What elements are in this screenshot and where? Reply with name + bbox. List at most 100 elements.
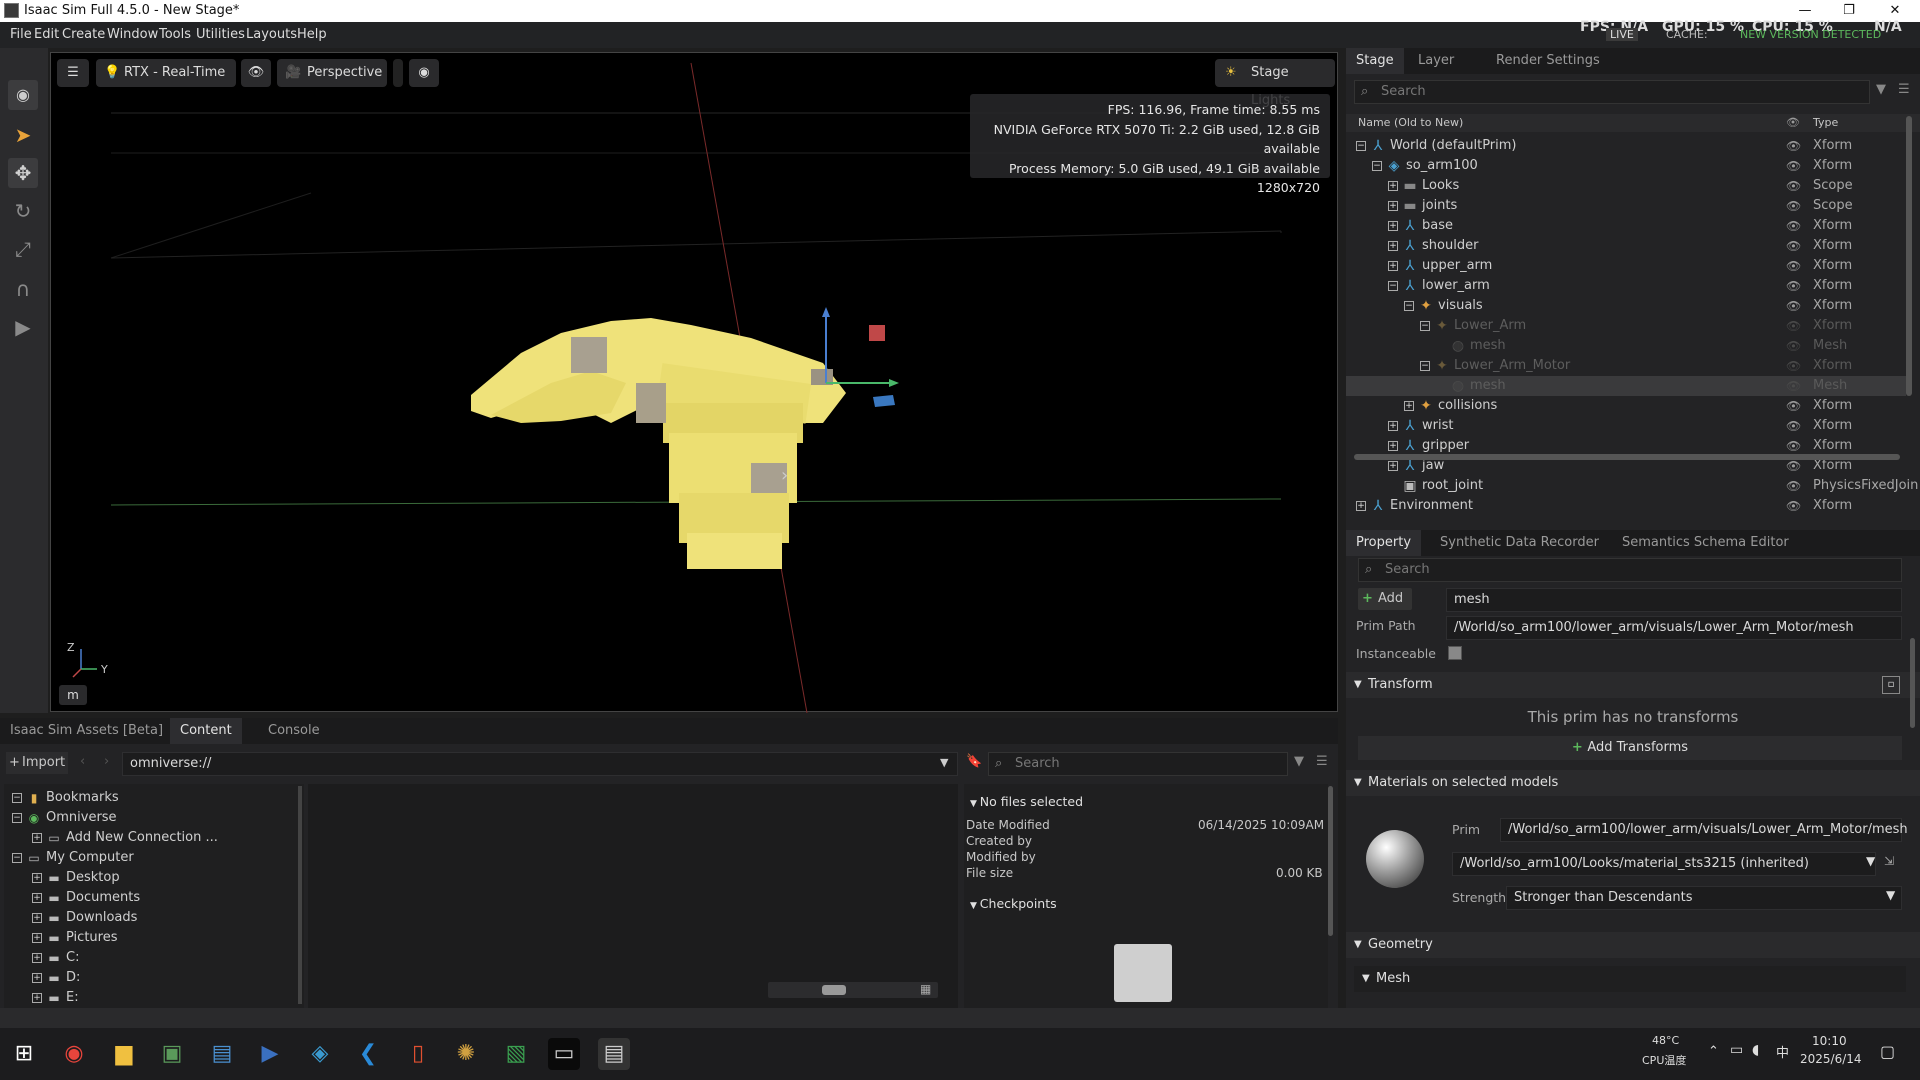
stage-tree-row[interactable]: − ⅄ lower_arm 👁 Xform — [1346, 276, 1906, 296]
visibility-eye-icon[interactable]: 👁 — [1786, 376, 1801, 396]
stage-tree-row[interactable]: ◍ mesh 👁 Mesh — [1346, 376, 1906, 396]
expand-icon[interactable]: + — [1388, 441, 1398, 451]
expand-icon[interactable]: + — [1388, 221, 1398, 231]
visibility-eye-icon[interactable]: 👁 — [1786, 336, 1801, 356]
visibility-eye-icon[interactable]: 👁 — [1786, 416, 1801, 436]
stage-tree-row[interactable]: − ✦ visuals 👁 Xform — [1346, 296, 1906, 316]
stage-tree-row[interactable]: − ⅄ World (defaultPrim) 👁 Xform — [1346, 136, 1906, 156]
calculator-icon[interactable]: ▤ — [206, 1038, 238, 1070]
maximize-button[interactable]: ❐ — [1826, 0, 1872, 22]
content-tree-item[interactable]: + ▬ C: — [12, 948, 292, 968]
content-tree-item[interactable]: + ▬ Documents — [12, 888, 292, 908]
filter-icon[interactable]: ▼ — [1876, 82, 1886, 97]
expand-icon[interactable]: + — [32, 893, 42, 903]
collapse-icon[interactable]: − — [1356, 141, 1366, 151]
content-tree-item[interactable]: − ▭ My Computer — [12, 848, 292, 868]
content-tree-item[interactable]: + ▬ Downloads — [12, 908, 292, 928]
stage-tree-row[interactable]: + ⅄ shoulder 👁 Xform — [1346, 236, 1906, 256]
play-icon[interactable]: ▶ — [8, 312, 38, 342]
expand-icon[interactable]: + — [32, 913, 42, 923]
stage-hscrollbar[interactable] — [1354, 454, 1900, 460]
expand-icon[interactable]: + — [1388, 421, 1398, 431]
clock-time[interactable]: 10:10 — [1812, 1034, 1847, 1048]
bookmark-icon[interactable]: 🔖 — [966, 754, 982, 769]
stage-tree-row[interactable]: + ✦ collisions 👁 Xform — [1346, 396, 1906, 416]
expand-icon[interactable]: + — [1388, 181, 1398, 191]
back-arrow-icon[interactable]: ‹ — [80, 754, 85, 769]
expand-icon[interactable]: + — [32, 973, 42, 983]
content-tree-item[interactable]: + ▬ D: — [12, 968, 292, 988]
menu-utilities[interactable]: Utilities — [196, 27, 245, 42]
tab-stage[interactable]: Stage — [1346, 48, 1404, 74]
terminal-icon[interactable]: ▭ — [548, 1038, 580, 1070]
expand-icon[interactable]: + — [1388, 201, 1398, 211]
transform-section-header[interactable]: ▼ Transform ▫ — [1346, 672, 1920, 698]
select-tool-icon[interactable]: ➤ — [8, 120, 38, 150]
document-app-icon[interactable]: ▯ — [402, 1038, 434, 1070]
expand-icon[interactable]: + — [32, 953, 42, 963]
stage-vscrollbar[interactable] — [1906, 116, 1912, 396]
cache-label[interactable]: CACHE: — [1666, 28, 1708, 41]
stage-tree-row[interactable]: + ▬ Looks 👁 Scope — [1346, 176, 1906, 196]
geometry-section-header[interactable]: ▼ Geometry — [1346, 932, 1920, 958]
menu-create[interactable]: Create — [62, 27, 105, 42]
visibility-eye-icon[interactable]: 👁 — [1786, 256, 1801, 276]
expand-icon[interactable]: + — [1388, 461, 1398, 471]
new-version-label[interactable]: NEW VERSION DETECTED — [1740, 28, 1881, 41]
stage-tree-row[interactable]: ◍ mesh 👁 Mesh — [1346, 336, 1906, 356]
dropdown-arrow-icon[interactable]: ▼ — [1886, 888, 1895, 902]
chrome-icon[interactable]: ◉ — [58, 1038, 90, 1070]
stage-tree-row[interactable]: + ⅄ base 👁 Xform — [1346, 216, 1906, 236]
powershell-icon[interactable]: ▶ — [254, 1038, 286, 1070]
visibility-eye-icon[interactable]: 👁 — [1786, 276, 1801, 296]
collapse-icon[interactable]: − — [1420, 361, 1430, 371]
stage-tree-row[interactable]: − ◈ so_arm100 👁 Xform — [1346, 156, 1906, 176]
app-icon[interactable]: ◈ — [304, 1038, 336, 1070]
tab-semantics-schema-editor[interactable]: Semantics Schema Editor — [1612, 530, 1799, 556]
instanceable-checkbox[interactable] — [1448, 646, 1462, 660]
ime-indicator[interactable]: 中 — [1776, 1042, 1789, 1061]
expand-icon[interactable]: + — [32, 833, 42, 843]
tab-layer[interactable]: Layer — [1408, 48, 1464, 74]
menu-edit[interactable]: Edit — [34, 27, 59, 42]
expand-icon[interactable]: + — [1388, 241, 1398, 251]
expand-icon[interactable]: + — [1356, 501, 1366, 511]
import-button[interactable]: + Import — [6, 752, 68, 774]
menu-help[interactable]: Help — [297, 27, 327, 42]
filter-icon[interactable]: ▼ — [1294, 754, 1304, 769]
grid-view-icon[interactable]: ▦ — [920, 982, 931, 996]
visibility-eye-icon[interactable]: 👁 — [1786, 236, 1801, 256]
content-tree-item[interactable]: + ▬ E: — [12, 988, 292, 1008]
stage-tree-row[interactable]: − ✦ Lower_Arm 👁 Xform — [1346, 316, 1906, 336]
visibility-eye-icon[interactable]: 👁 — [1786, 316, 1801, 336]
prim-path-field[interactable]: /World/so_arm100/lower_arm/visuals/Lower… — [1446, 616, 1902, 640]
content-tree-item[interactable]: − ▮ Bookmarks — [12, 788, 292, 808]
material-prim-field[interactable]: /World/so_arm100/lower_arm/visuals/Lower… — [1500, 818, 1908, 842]
expand-icon[interactable]: + — [1388, 261, 1398, 271]
menu-file[interactable]: File — [10, 27, 32, 42]
collapse-icon[interactable]: − — [12, 793, 22, 803]
tree-scrollbar[interactable] — [298, 786, 302, 1004]
checkpoints-header[interactable]: ▼ Checkpoints — [970, 896, 1057, 911]
visibility-eye-icon[interactable]: 👁 — [1786, 476, 1801, 496]
isaac-sim-taskbar-icon[interactable]: ▤ — [598, 1038, 630, 1070]
menu-window[interactable]: Window — [107, 27, 158, 42]
menu-icon[interactable]: ☰ — [1316, 754, 1328, 769]
tab-console[interactable]: Console — [258, 718, 330, 744]
stage-tree-row[interactable]: + ⅄ Environment 👁 Xform — [1346, 496, 1906, 516]
property-search-input[interactable]: ⌕ Search — [1358, 558, 1902, 582]
vscode-icon[interactable]: ❮ — [352, 1038, 384, 1070]
visibility-eye-icon[interactable]: 👁 — [1786, 396, 1801, 416]
camera-tool-icon[interactable]: ◉ — [8, 80, 38, 110]
visibility-eye-icon[interactable]: 👁 — [1786, 196, 1801, 216]
scale-tool-icon[interactable]: ⤢ — [8, 234, 38, 264]
details-scrollbar[interactable] — [1328, 786, 1333, 936]
visibility-eye-icon[interactable]: 👁 — [241, 59, 271, 87]
live-badge[interactable]: LIVE — [1606, 28, 1638, 41]
dropdown-arrow-icon[interactable]: ▼ — [940, 756, 948, 769]
forward-arrow-icon[interactable]: › — [104, 754, 109, 769]
collapse-icon[interactable]: − — [1404, 301, 1414, 311]
visibility-eye-icon[interactable]: 👁 — [1786, 216, 1801, 236]
snap-tool-icon[interactable]: ∩ — [8, 274, 38, 304]
blender-icon[interactable]: ✺ — [450, 1038, 482, 1070]
